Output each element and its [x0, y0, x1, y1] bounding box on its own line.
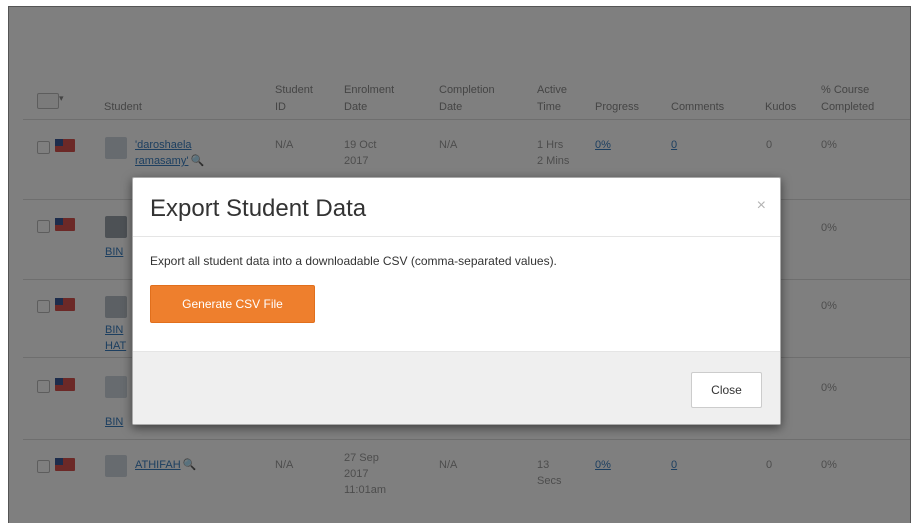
generate-csv-button[interactable]: Generate CSV File — [150, 285, 315, 323]
close-icon[interactable]: × — [757, 197, 766, 215]
modal-title: Export Student Data — [150, 195, 367, 222]
app-frame: ▾ Student StudentID EnrolmentDate Comple… — [8, 6, 911, 523]
modal-description: Export all student data into a downloada… — [150, 254, 557, 268]
export-student-data-modal: Export Student Data × Export all student… — [132, 177, 781, 425]
close-button[interactable]: Close — [691, 372, 762, 408]
modal-footer: Close — [133, 351, 780, 424]
modal-header: Export Student Data × — [133, 178, 780, 237]
